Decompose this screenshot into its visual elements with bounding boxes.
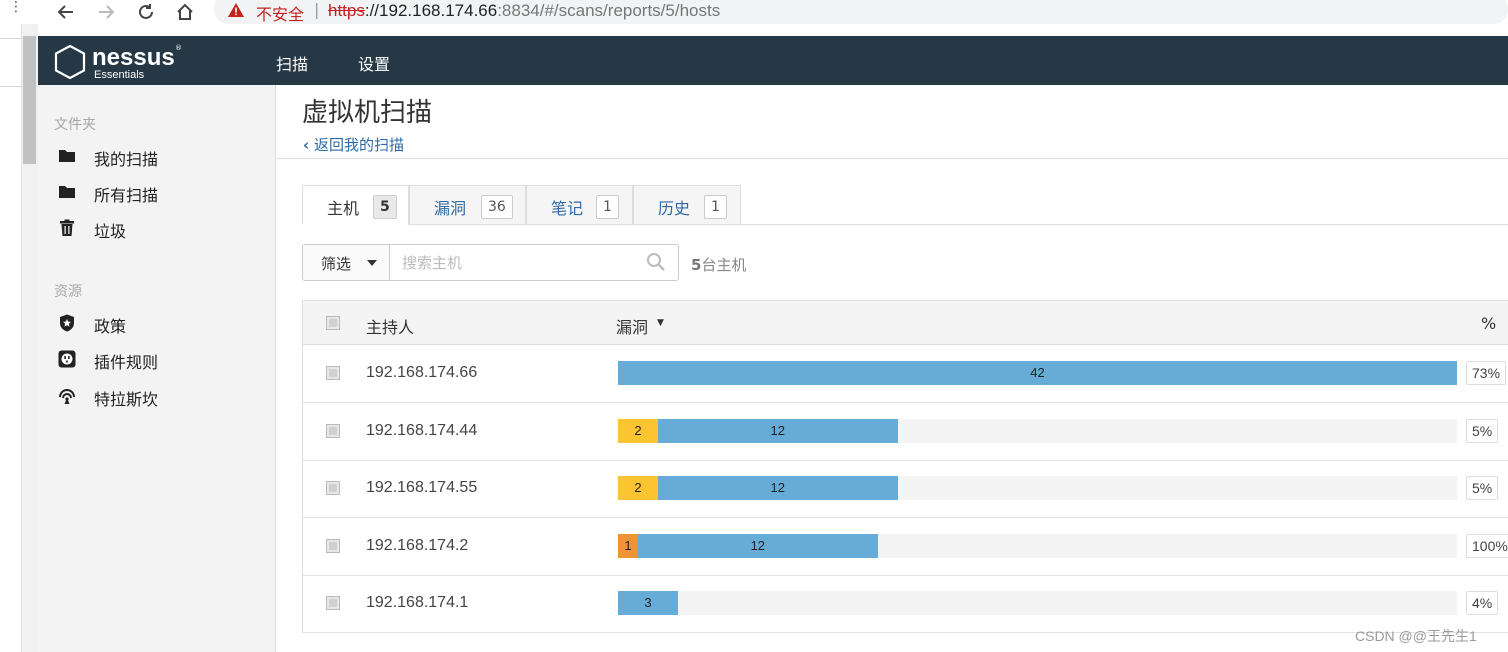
bar-segment-info[interactable]: 12	[637, 533, 878, 558]
table-row[interactable]: 192.168.174.1 3 4%	[303, 575, 1508, 633]
sidebar-item-label: 所有扫描	[94, 186, 159, 205]
sidebar-item-policies[interactable]: 政策	[38, 308, 276, 338]
sidebar-item-label: 垃圾	[94, 222, 127, 241]
percent-badge: 73%	[1466, 361, 1507, 385]
host-ip[interactable]: 192.168.174.66	[366, 364, 477, 382]
tab-hosts[interactable]: 主机 5	[302, 185, 409, 225]
logo-hexagon-icon	[54, 44, 86, 80]
menu-dots-icon[interactable]: ⋮	[9, 0, 23, 14]
table-row[interactable]: 192.168.174.44 2 12 5%	[303, 403, 1508, 461]
vulnerability-bar[interactable]: 2 12	[618, 418, 1457, 443]
folder-icon	[59, 150, 75, 162]
trash-icon	[60, 219, 74, 236]
bar-segment-medium[interactable]: 2	[618, 476, 658, 500]
percent-badge: 4%	[1466, 591, 1499, 615]
bar-segment-info[interactable]: 12	[657, 418, 898, 443]
sidebar-item-label: 政策	[94, 317, 127, 336]
browser-toolbar: ⋮ 不安全 | https://192.168.174.66:8834/#/sc…	[0, 0, 1508, 24]
nav-settings[interactable]: 设置	[358, 51, 390, 75]
sidebar-section-folders: 文件夹	[54, 117, 96, 133]
bar-segment-info[interactable]: 3	[618, 591, 678, 615]
column-header-percent[interactable]: %	[1481, 314, 1496, 333]
caret-down-icon	[367, 260, 377, 266]
table-row[interactable]: 192.168.174.66 42 73%	[303, 345, 1508, 403]
row-checkbox[interactable]	[326, 596, 340, 610]
tab-count-badge: 36	[481, 195, 513, 219]
sidebar-item-my-scans[interactable]: 我的扫描	[38, 141, 276, 171]
forward-arrow-icon[interactable]	[94, 0, 118, 24]
vulnerability-bar[interactable]: 2 12	[618, 476, 1457, 500]
vulnerability-bar[interactable]: 1 12	[618, 533, 1457, 558]
sort-desc-icon[interactable]: ▼	[657, 318, 664, 328]
table-header: 主持人 漏洞 ▼ %	[303, 300, 1508, 345]
sidebar-item-label: 插件规则	[94, 353, 159, 372]
bar-segment-info[interactable]: 42	[618, 361, 1457, 385]
host-ip[interactable]: 192.168.174.55	[366, 479, 477, 497]
tab-history[interactable]: 历史 1	[633, 185, 741, 225]
back-to-my-scans-link[interactable]: ‹ 返回我的扫描	[303, 134, 404, 155]
nessus-logo[interactable]: nessus ® Essentials	[52, 42, 182, 81]
row-checkbox[interactable]	[326, 366, 340, 380]
search-hosts-input[interactable]	[389, 244, 679, 281]
home-icon[interactable]	[173, 0, 197, 24]
host-ip[interactable]: 192.168.174.44	[366, 422, 477, 440]
hosts-table: 主持人 漏洞 ▼ % 192.168.174.66 42 73% 192.168.17…	[302, 300, 1508, 633]
plug-icon	[58, 350, 76, 368]
column-header-host[interactable]: 主持人	[366, 314, 414, 338]
insecure-label: 不安全	[256, 5, 305, 24]
scrollbar[interactable]	[22, 24, 38, 652]
address-bar[interactable]: 不安全 | https://192.168.174.66:8834/#/scan…	[214, 0, 1508, 24]
signal-icon	[59, 389, 75, 404]
sidebar-item-label: 特拉斯坎	[94, 390, 159, 409]
back-arrow-icon[interactable]	[54, 0, 78, 24]
watermark: CSDN @@王先生1	[1355, 628, 1477, 644]
vulnerability-bar[interactable]: 3	[618, 591, 1457, 615]
bar-segment-high[interactable]: 1	[618, 533, 638, 558]
host-ip[interactable]: 192.168.174.1	[366, 594, 468, 612]
sidebar-item-label: 我的扫描	[94, 150, 159, 169]
reload-icon[interactable]	[134, 0, 158, 24]
shield-icon	[60, 314, 74, 332]
row-checkbox[interactable]	[326, 423, 340, 438]
tab-vulnerabilities[interactable]: 漏洞 36	[409, 185, 526, 225]
tab-count-badge: 1	[704, 195, 727, 219]
nav-scans[interactable]: 扫描	[276, 51, 308, 75]
divider	[277, 158, 1508, 159]
column-header-vulnerabilities[interactable]: 漏洞	[616, 314, 648, 338]
row-checkbox[interactable]	[326, 481, 340, 495]
table-row[interactable]: 192.168.174.2 1 12 100%	[303, 518, 1508, 576]
tab-count-badge: 1	[596, 195, 619, 219]
sidebar-item-all-scans[interactable]: 所有扫描	[38, 177, 276, 207]
table-row[interactable]: 192.168.174.55 2 12 5%	[303, 460, 1508, 518]
percent-badge: 5%	[1466, 476, 1499, 500]
sidebar-item-trash[interactable]: 垃圾	[38, 213, 276, 243]
select-all-checkbox[interactable]	[326, 316, 340, 330]
app-header: nessus ® Essentials 扫描 设置	[38, 36, 1508, 85]
left-panel-edge	[0, 24, 22, 652]
url-text: https://192.168.174.66:8834/#/scans/repo…	[328, 1, 721, 20]
sidebar-item-plugin-rules[interactable]: 插件规则	[38, 344, 276, 374]
folder-icon	[59, 186, 75, 198]
filter-dropdown[interactable]: 筛选	[302, 244, 390, 281]
address-separator: |	[314, 0, 320, 19]
chevron-left-icon: ‹	[303, 136, 310, 154]
sidebar-section-resources: 资源	[54, 284, 82, 300]
vulnerability-bar[interactable]: 42	[618, 361, 1457, 385]
bar-segment-info[interactable]: 12	[657, 476, 898, 500]
sidebar: 文件夹 我的扫描 所有扫描 垃圾 资源 政策 插件规则 特拉斯坎	[38, 85, 276, 652]
bar-segment-medium[interactable]: 2	[618, 418, 658, 443]
tab-notes[interactable]: 笔记 1	[526, 185, 633, 225]
sidebar-item-terrascan[interactable]: 特拉斯坎	[38, 381, 276, 411]
warning-icon	[228, 3, 244, 17]
search-icon[interactable]	[646, 252, 666, 272]
host-ip[interactable]: 192.168.174.2	[366, 537, 468, 555]
page-title: 虚拟机扫描	[302, 98, 433, 128]
scrollbar-thumb[interactable]	[23, 36, 36, 164]
percent-badge: 5%	[1466, 418, 1499, 443]
tab-count-badge: 5	[373, 195, 397, 219]
host-count: 5台主机	[691, 256, 747, 274]
percent-badge: 100%	[1466, 533, 1508, 558]
row-checkbox[interactable]	[326, 538, 340, 553]
